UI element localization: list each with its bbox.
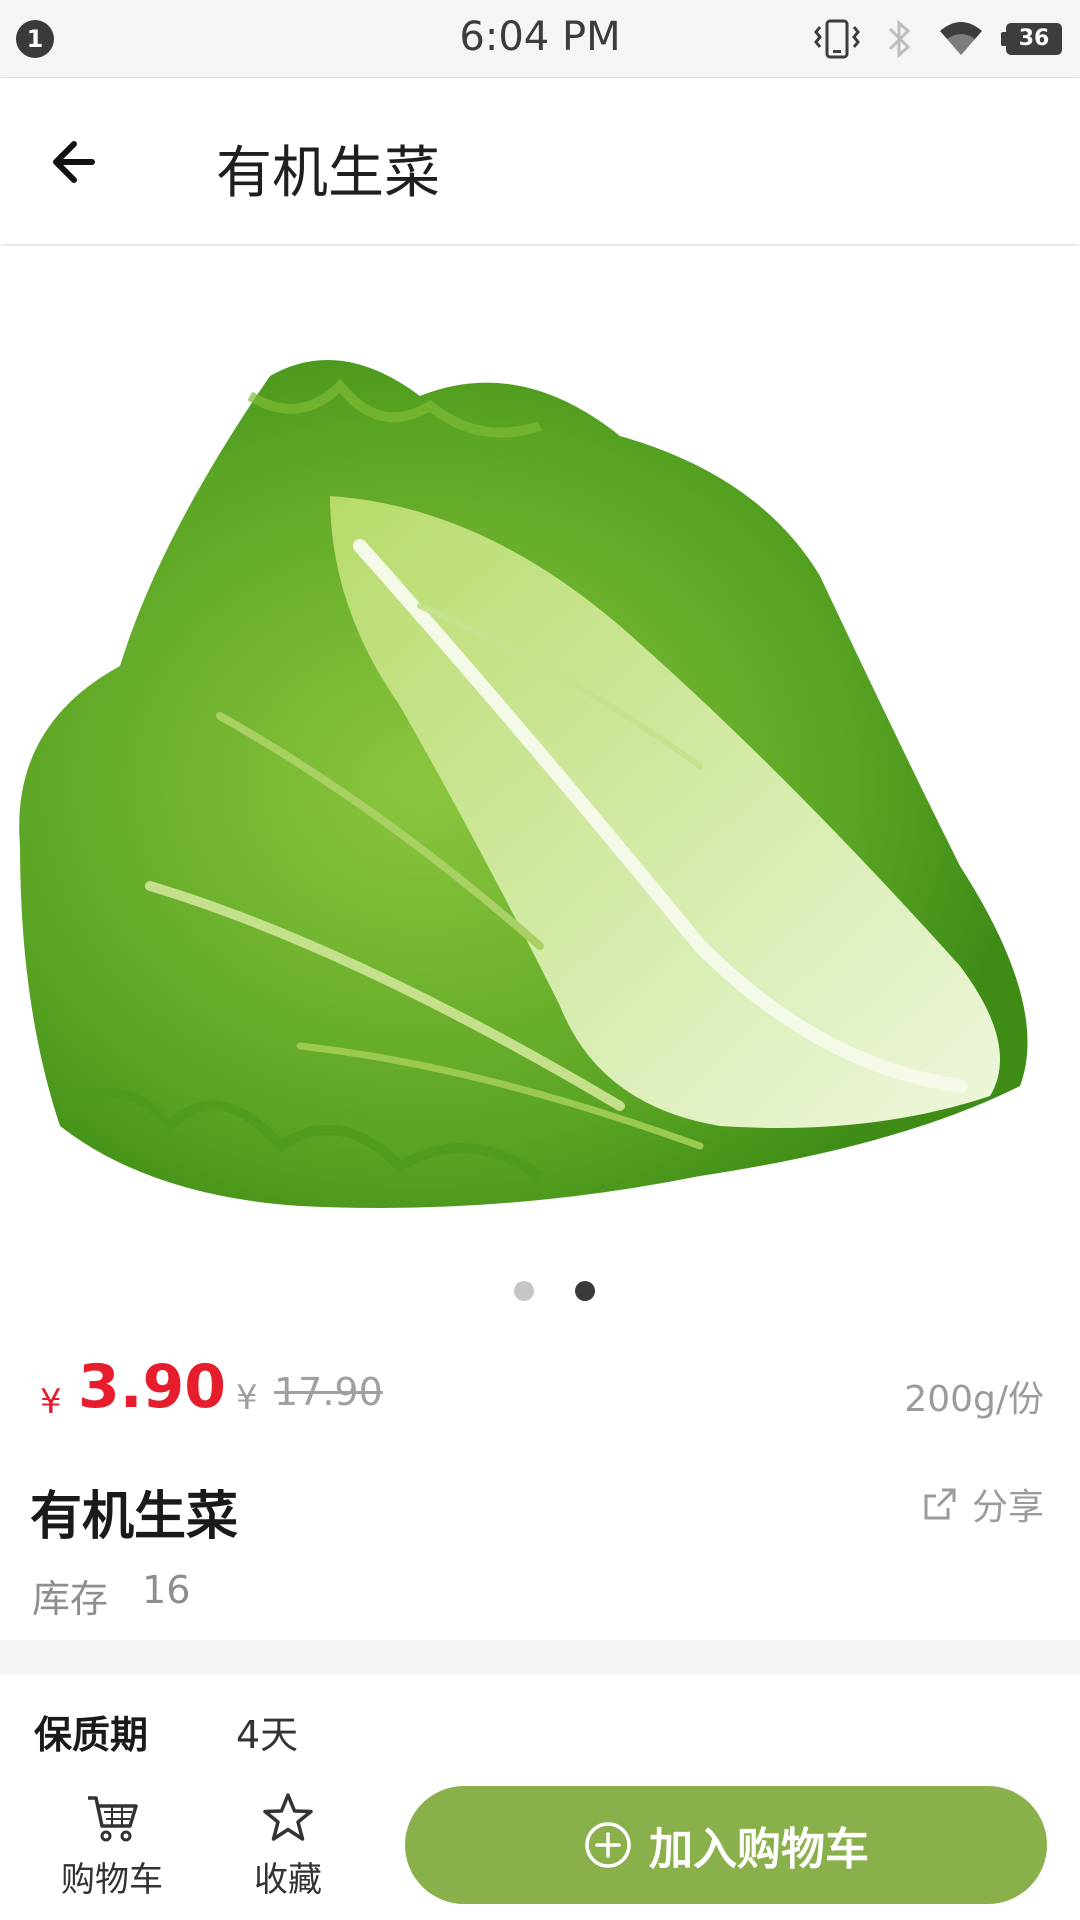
share-label: 分享	[971, 1487, 1044, 1528]
product-name: 有机生菜	[30, 1487, 239, 1547]
shelf-life-row: 保质期 4天	[34, 1704, 298, 1759]
cart-icon	[88, 1796, 138, 1842]
product-image	[19, 360, 1028, 1208]
star-icon	[263, 1793, 313, 1841]
favorite-label: 收藏	[254, 1860, 322, 1900]
back-button[interactable]	[40, 124, 116, 200]
status-bar: 1 6:04 PM 36	[0, 0, 1080, 78]
currency-symbol: ¥	[40, 1382, 62, 1422]
price-row: ¥ 3.90 ¥ 17.90 200g/份	[0, 1352, 1080, 1432]
bluetooth-icon	[888, 19, 911, 59]
bottom-action-bar: 购物车 收藏 加入购物车	[0, 1776, 1080, 1920]
page-title: 有机生菜	[216, 141, 440, 206]
battery-icon: 36	[1001, 23, 1062, 55]
original-currency-symbol: ¥	[236, 1378, 258, 1418]
wifi-icon	[940, 22, 982, 55]
shelf-life-value: 4天	[236, 1713, 299, 1757]
arrow-left-icon	[53, 141, 95, 183]
original-price: 17.90	[274, 1370, 383, 1414]
add-to-cart-button[interactable]: 加入购物车	[405, 1786, 1047, 1904]
vibrate-icon	[814, 19, 860, 59]
carousel-indicators	[0, 1281, 1080, 1305]
shelf-life-label: 保质期	[34, 1713, 149, 1757]
share-icon	[924, 1488, 956, 1520]
section-divider	[0, 1640, 1080, 1674]
current-price: 3.90	[78, 1352, 227, 1422]
stock-value: 16	[142, 1568, 191, 1612]
cart-label: 购物车	[61, 1860, 163, 1900]
stock-label: 库存	[32, 1577, 109, 1621]
status-icons: 36	[812, 16, 1062, 62]
cart-tab[interactable]: 购物车	[52, 1792, 172, 1901]
carousel-dot[interactable]	[514, 1281, 534, 1301]
product-image-carousel[interactable]	[0, 246, 1080, 1318]
add-to-cart-label: 加入购物车	[649, 1824, 869, 1875]
product-spec: 200g/份	[904, 1379, 1044, 1420]
app-header: 有机生菜	[0, 78, 1080, 244]
stock-info: 库存 16	[32, 1568, 190, 1623]
share-button[interactable]: 分享	[920, 1478, 1044, 1530]
favorite-tab[interactable]: 收藏	[238, 1792, 338, 1901]
plus-circle-icon	[585, 1822, 631, 1868]
carousel-dot-active[interactable]	[575, 1281, 595, 1301]
